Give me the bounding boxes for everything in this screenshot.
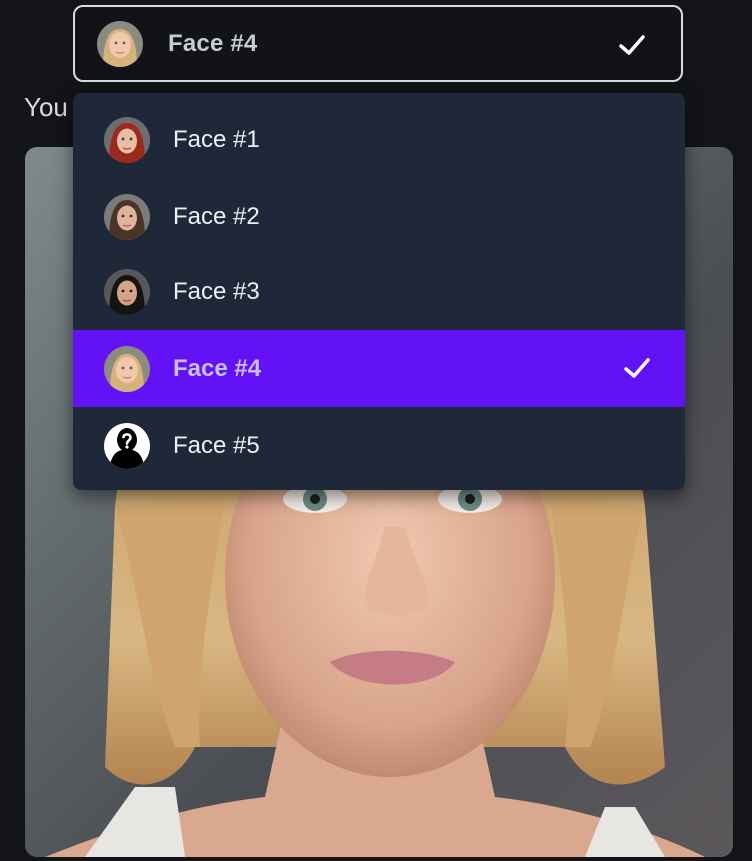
avatar	[104, 116, 150, 163]
option-label: Face #2	[173, 202, 260, 230]
avatar	[104, 193, 150, 240]
avatar	[104, 345, 150, 392]
face-picker-panel: You Face #4 Face #1 Face #2 Face #3 Face…	[0, 0, 752, 861]
avatar	[97, 20, 143, 67]
face-option-4[interactable]: Face #4	[73, 330, 685, 407]
face-3-avatar-icon	[104, 268, 150, 315]
check-icon	[624, 358, 650, 378]
option-label: Face #5	[173, 431, 260, 459]
option-label: Face #3	[173, 277, 260, 305]
face-4-avatar-icon	[97, 20, 143, 67]
check-icon	[619, 35, 645, 55]
avatar	[104, 268, 150, 315]
unknown-person-icon	[104, 422, 150, 469]
face-option-3[interactable]: Face #3	[73, 253, 685, 330]
selected-face-label: Face #4	[168, 29, 258, 57]
face-option-2[interactable]: Face #2	[73, 178, 685, 255]
face-1-avatar-icon	[104, 116, 150, 163]
face-option-5[interactable]: Face #5	[73, 407, 685, 484]
option-label: Face #4	[173, 354, 262, 382]
face-select-button[interactable]: Face #4	[73, 5, 683, 82]
section-label: You	[24, 92, 68, 122]
face-option-1[interactable]: Face #1	[73, 101, 685, 178]
option-label: Face #1	[173, 125, 260, 153]
avatar	[104, 422, 150, 469]
face-4-avatar-icon	[104, 345, 150, 392]
face-2-avatar-icon	[104, 193, 150, 240]
face-dropdown-menu: Face #1 Face #2 Face #3 Face #4 Face #5	[73, 93, 685, 490]
